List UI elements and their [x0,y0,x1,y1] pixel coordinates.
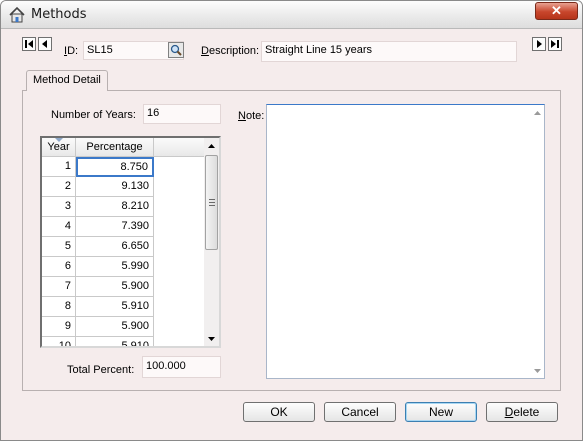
column-header-year[interactable]: Year [42,138,76,157]
column-header-percentage[interactable]: Percentage [76,138,154,157]
title-bar[interactable]: Methods ✕ [1,1,582,29]
table-row[interactable]: 1 8.750 [42,157,204,177]
year-cell[interactable]: 9 [42,317,76,337]
delete-button[interactable]: Delete [486,402,558,422]
years-field[interactable]: 16 [143,104,221,124]
description-value: Straight Line 15 years [265,44,373,56]
percentage-cell[interactable]: 5.900 [76,277,154,297]
new-button[interactable]: New [405,402,477,422]
window-title: Methods [31,7,87,22]
previous-record-button[interactable] [38,37,52,51]
table-row[interactable]: 4 7.390 [42,217,204,237]
grid-scrollbar[interactable] [204,138,219,346]
scroll-up-icon [208,143,215,148]
total-percent-value: 100.000 [146,360,186,372]
table-row[interactable]: 7 5.900 [42,277,204,297]
close-icon: ✕ [551,3,562,18]
note-label: Note: [238,110,265,122]
tab-method-detail[interactable]: Method Detail [26,70,108,91]
previous-record-icon [42,40,47,48]
ok-button[interactable]: OK [243,402,315,422]
id-label: ID: [64,45,79,57]
year-cell[interactable]: 7 [42,277,76,297]
year-cell[interactable]: 2 [42,177,76,197]
total-percent-field: 100.000 [142,356,221,378]
description-label: Description: [201,45,260,57]
year-cell[interactable]: 3 [42,197,76,217]
percentage-cell[interactable]: 5.900 [76,317,154,337]
table-row[interactable]: 9 5.900 [42,317,204,337]
note-scroll-down-icon [533,368,541,373]
scroll-down-icon [208,336,215,341]
close-button[interactable]: ✕ [535,2,578,20]
note-textarea[interactable] [266,104,545,379]
note-scroll-down-button[interactable] [530,363,544,378]
percentage-cell[interactable]: 7.390 [76,217,154,237]
percentage-cell[interactable]: 5.910 [76,337,154,346]
next-record-button[interactable] [532,37,546,51]
year-cell[interactable]: 8 [42,297,76,317]
years-value: 16 [147,107,160,119]
percentage-cell[interactable]: 6.650 [76,237,154,257]
column-header-percentage-label: Percentage [86,141,143,153]
table-row[interactable]: 3 8.210 [42,197,204,217]
grid-rows: 1 8.750 2 9.130 3 8.210 4 7.390 5 6.650 6 5.990 7 5.9… [42,157,204,346]
percentage-grid[interactable]: Year Percentage 1 8.750 2 9.130 3 8.210 4 7.390… [40,136,221,348]
total-percent-label: Total Percent: [67,364,135,376]
tab-label: Method Detail [33,74,101,86]
percentage-cell[interactable]: 8.210 [76,197,154,217]
table-row[interactable]: 5 6.650 [42,237,204,257]
years-label-text: Number of Years: [51,109,136,121]
house-icon [9,6,25,23]
years-label: Number of Years: [51,109,136,121]
last-record-button[interactable] [548,37,562,51]
next-record-icon [537,40,542,48]
note-scrollbar[interactable] [530,105,544,378]
cancel-button[interactable]: Cancel [324,402,396,422]
year-cell[interactable]: 6 [42,257,76,277]
methods-window: Methods ✕ ID: SL15 Description: Straight… [0,0,583,441]
percentage-cell[interactable]: 5.990 [76,257,154,277]
scroll-up-button[interactable] [204,138,219,153]
description-field[interactable]: Straight Line 15 years [261,41,517,62]
table-row[interactable]: 2 9.130 [42,177,204,197]
year-cell[interactable]: 1 [42,157,76,177]
last-record-icon [551,40,559,48]
scroll-thumb[interactable] [205,155,218,250]
column-header-filler [154,138,204,157]
grid-header: Year Percentage [42,138,204,157]
note-scroll-up-icon [533,110,541,115]
table-row[interactable]: 10 5.910 [42,337,204,346]
id-value: SL15 [87,44,113,56]
first-record-icon [25,40,33,48]
percentage-cell[interactable]: 8.750 [76,157,154,177]
column-header-year-label: Year [47,141,70,153]
sort-indicator-icon [55,138,63,142]
year-cell[interactable]: 4 [42,217,76,237]
year-cell[interactable]: 5 [42,237,76,257]
first-record-button[interactable] [22,37,36,51]
percentage-cell[interactable]: 9.130 [76,177,154,197]
year-cell[interactable]: 10 [42,337,76,346]
lookup-button[interactable] [168,42,184,58]
scroll-down-button[interactable] [204,331,219,346]
percentage-cell[interactable]: 5.910 [76,297,154,317]
table-row[interactable]: 8 5.910 [42,297,204,317]
magnifier-icon [170,44,182,56]
table-row[interactable]: 6 5.990 [42,257,204,277]
note-scroll-up-button[interactable] [530,105,544,120]
